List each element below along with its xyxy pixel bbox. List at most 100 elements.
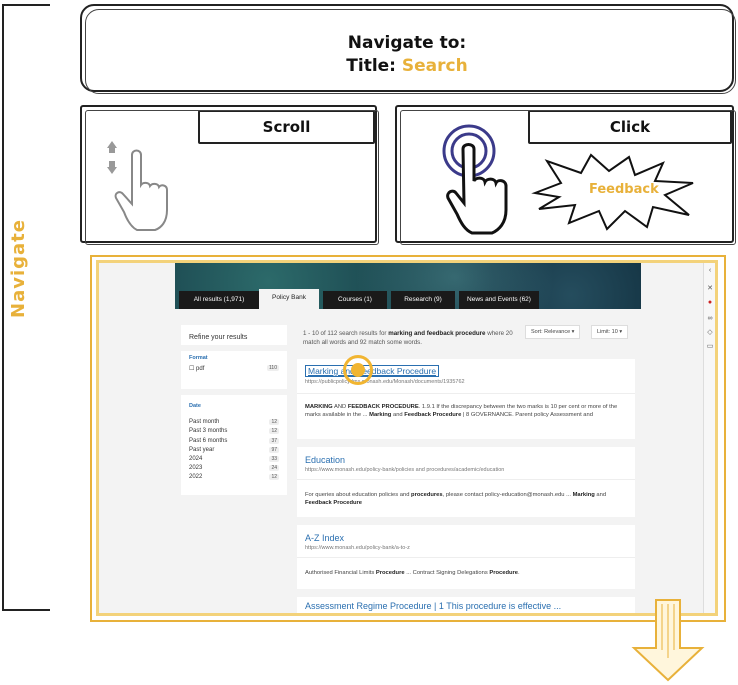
results-summary: 1 - 10 of 112 search results for marking… (303, 329, 523, 347)
facet-date-heading: Date (189, 403, 201, 410)
navigate-header-box: Navigate to: Title: Search (80, 4, 736, 94)
snip: FEEDBACK PROCEDURE (347, 404, 419, 410)
result-url: https://www.monash.edu/policy-bank/polic… (305, 467, 505, 473)
result-url: https://publicpolicydms.monash.edu/Monas… (305, 379, 465, 385)
tab-courses[interactable]: Courses (1) (323, 291, 387, 309)
facet-pdf[interactable]: ☐ pdf 110 (181, 364, 287, 373)
result-snippet: MARKING AND FEEDBACK PROCEDURE. 1.9.1 If… (305, 403, 627, 419)
click-label-box: Click (528, 110, 732, 144)
result-snippet: Authorised Financial Limits Procedure ..… (305, 569, 627, 577)
result-divider (297, 557, 635, 558)
result-title-link[interactable]: Assessment Regime Procedure | 1 This pro… (305, 601, 561, 611)
click-target-dot (351, 363, 365, 377)
title-prefix: Title: (346, 56, 396, 76)
summary-query: marking and feedback procedure (388, 330, 486, 337)
summary-pre: 1 - 10 of 112 search results for (303, 330, 389, 337)
page-scrollbar[interactable]: ‹ ✕ ● ∞ ◇ ▭ (703, 263, 715, 613)
search-results-page: All results (1,971) Policy Bank Courses … (99, 263, 715, 613)
snip: and (391, 412, 405, 418)
result-card: Assessment Regime Procedure | 1 This pro… (297, 597, 635, 613)
tab-news-events[interactable]: News and Events (62) (459, 291, 539, 309)
feedback-target-label[interactable]: Feedback (589, 182, 659, 197)
facet-count: 97 (269, 446, 279, 453)
facet-count: 37 (269, 437, 279, 444)
facet-format-heading: Format (189, 355, 208, 361)
scroll-panel: Scroll (80, 105, 379, 245)
facet-date-item[interactable]: Past year 97 (181, 446, 287, 455)
snip: | 8 GOVERNANCE. Parent policy Assessment… (461, 412, 593, 418)
facet-pdf-label: ☐ pdf (189, 366, 205, 372)
title-value: Search (401, 56, 468, 76)
facet-label: Past 3 months (189, 428, 228, 435)
tab-research[interactable]: Research (9) (391, 291, 455, 309)
result-title-link[interactable]: A-Z Index (305, 533, 344, 543)
facet-label: 2024 (189, 455, 203, 462)
scroll-down-arrow-icon (631, 599, 705, 682)
facet-label: Past month (189, 419, 220, 426)
navigate-to-label: Navigate to: (347, 33, 467, 53)
collapse-icon[interactable]: ‹ (706, 267, 714, 275)
snip: MARKING (305, 404, 333, 410)
snip: Marking (369, 412, 392, 418)
facet-label: Past year (189, 446, 215, 453)
result-divider (297, 393, 635, 394)
result-card: A-Z Index https://www.monash.edu/policy-… (297, 525, 635, 589)
snip: AND (332, 404, 348, 410)
navigate-instruction: Navigate to: Title: Search (82, 32, 732, 78)
title-line: Title: Search (82, 55, 732, 78)
scroll-hand-icon (107, 141, 168, 231)
result-card: Education https://www.monash.edu/policy-… (297, 447, 635, 517)
scroll-label: Scroll (262, 118, 311, 136)
chat-icon[interactable]: ▭ (706, 343, 714, 351)
tap-hand-icon (442, 124, 508, 235)
tab-all-results[interactable]: All results (1,971) (179, 291, 259, 309)
facet-label: 2023 (189, 465, 203, 472)
snip: Procedure (375, 570, 405, 576)
facet-count: 110 (267, 365, 279, 371)
comment-icon[interactable]: ◇ (706, 329, 714, 337)
record-icon[interactable]: ● (706, 299, 714, 307)
limit-select[interactable]: Limit: 10 ▾ (591, 325, 629, 339)
facet-count: 12 (269, 474, 279, 481)
click-label: Click (609, 118, 651, 136)
refine-heading: Refine your results (181, 325, 287, 351)
snip: , please contact policy-education@monash… (442, 492, 573, 498)
facet-count: 24 (269, 465, 279, 472)
scroll-label-box: Scroll (198, 110, 375, 144)
result-divider (297, 479, 635, 480)
link-icon[interactable]: ∞ (706, 315, 714, 323)
snip: Procedure (489, 570, 519, 576)
mute-icon[interactable]: ✕ (706, 285, 714, 293)
facet-date-item[interactable]: Past 3 months 12 (181, 427, 287, 436)
screenshot: All results (1,971) Policy Bank Courses … (96, 260, 718, 616)
snip: . (518, 570, 520, 576)
result-url: https://www.monash.edu/policy-bank/a-to-… (305, 545, 410, 551)
snip: procedures (411, 492, 443, 498)
snip: Authorised Financial Limits (305, 570, 376, 576)
facet-divider (181, 373, 287, 396)
result-title-link[interactable]: Education (305, 455, 345, 465)
navigate-side-label: Navigate (8, 219, 29, 318)
click-panel: Click Feedback (395, 105, 736, 245)
facet-count: 33 (269, 455, 279, 462)
facet-date-item[interactable]: 2023 24 (181, 464, 287, 473)
snip: Feedback Procedure (404, 412, 462, 418)
facet-count: 12 (269, 428, 279, 435)
facet-count: 12 (269, 419, 279, 426)
result-snippet: For queries about education policies and… (305, 491, 627, 507)
facet-date-item[interactable]: 2024 33 (181, 455, 287, 464)
facet-label: 2022 (189, 474, 203, 481)
refine-sidebar: Refine your results Format ☐ pdf 110 Dat… (181, 325, 287, 495)
snip: and (594, 492, 607, 498)
snip: Feedback Procedure (305, 500, 363, 506)
snip: ... Contract Signing Delegations (404, 570, 490, 576)
facet-date-item[interactable]: 2022 12 (181, 473, 287, 482)
sort-relevance-select[interactable]: Sort: Relevance ▾ (525, 325, 581, 339)
facet-date-item[interactable]: Past 6 months 37 (181, 437, 287, 446)
snip: For queries about education policies and (305, 492, 412, 498)
tab-policy-bank[interactable]: Policy Bank (259, 289, 319, 309)
snip: Marking (572, 492, 595, 498)
facet-date-item[interactable]: Past month 12 (181, 418, 287, 427)
facet-label: Past 6 months (189, 437, 228, 444)
facet-spacer (181, 483, 287, 495)
